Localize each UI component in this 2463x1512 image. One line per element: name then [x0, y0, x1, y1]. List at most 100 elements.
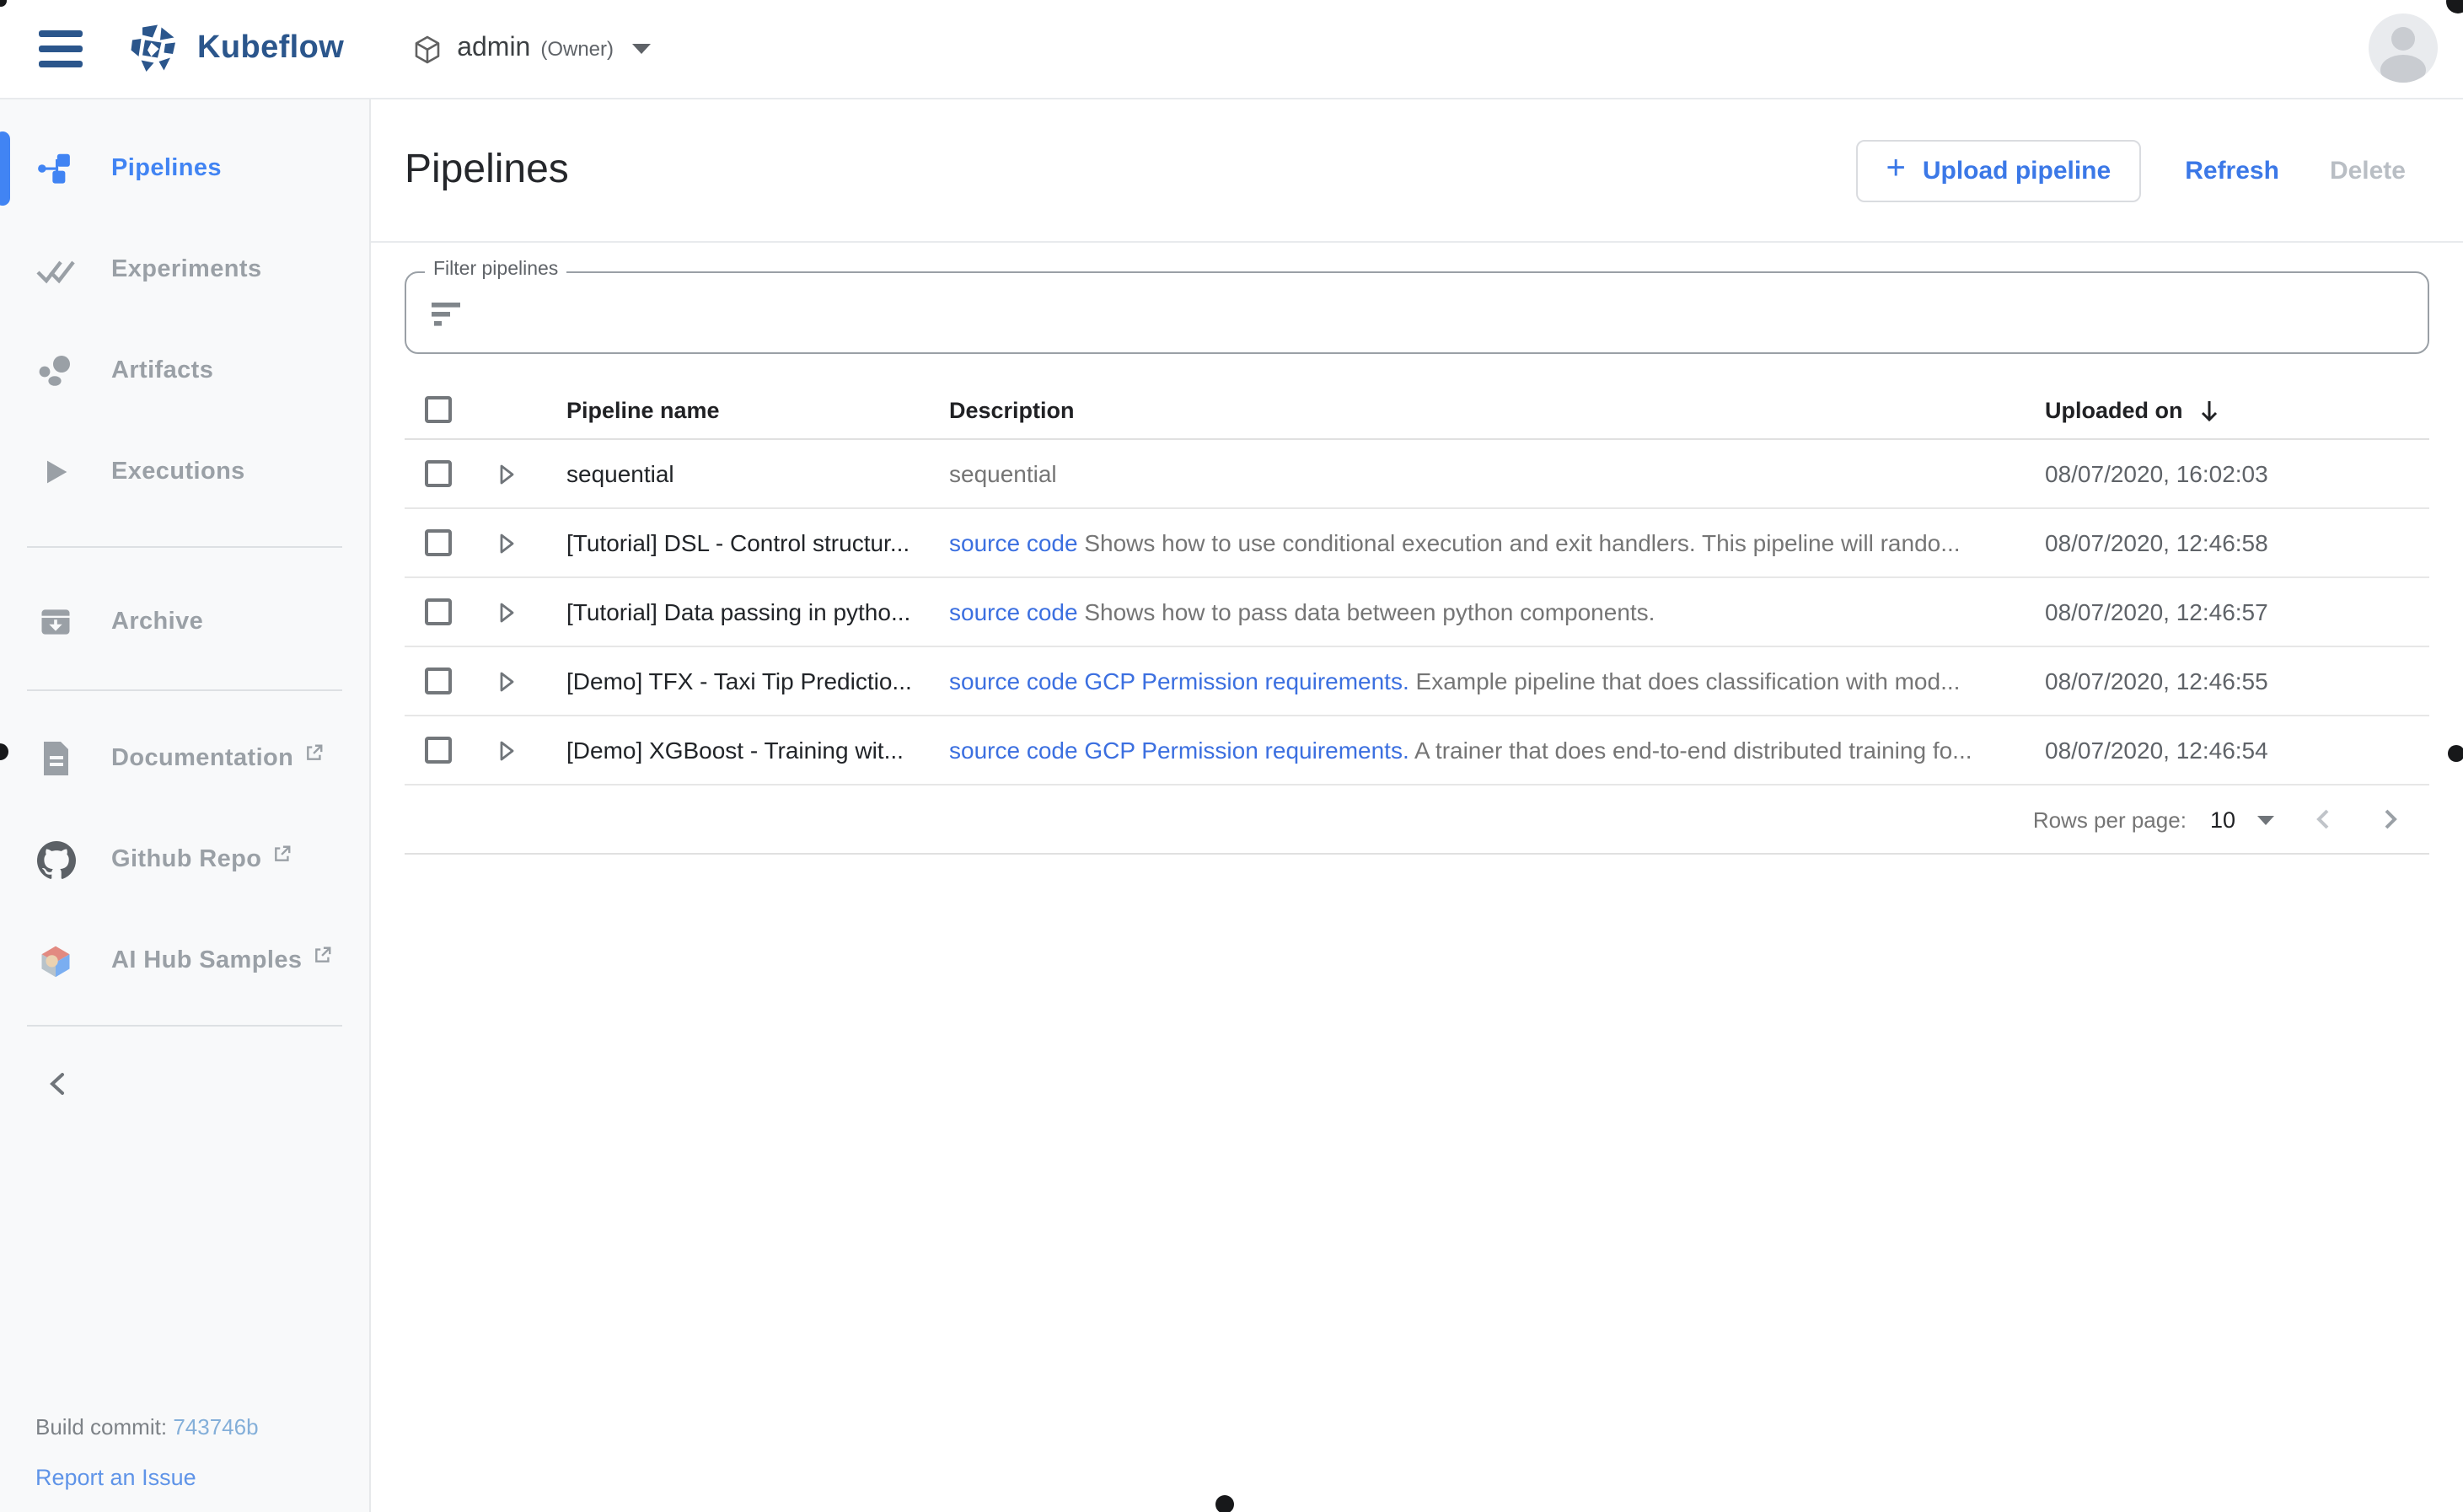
- filter-input-label: Filter pipelines: [425, 260, 566, 280]
- archive-box-icon: [35, 603, 76, 641]
- sidebar-item-label: Executions: [111, 458, 245, 485]
- namespace-selector[interactable]: admin (Owner): [413, 34, 651, 64]
- description-text: A trainer that does end-to-end distribut…: [1414, 737, 1972, 764]
- chevron-down-icon[interactable]: [2257, 816, 2274, 826]
- artifact-dot: [2448, 745, 2463, 762]
- upload-pipeline-button[interactable]: + Upload pipeline: [1855, 139, 2141, 201]
- row-checkbox[interactable]: [425, 529, 452, 556]
- sidebar-item-executions[interactable]: Executions: [0, 432, 369, 512]
- pipeline-name[interactable]: sequential: [566, 460, 949, 487]
- sidebar: Pipelines Experiments: [0, 99, 371, 1512]
- column-header-description[interactable]: Description: [949, 397, 2045, 422]
- description-text: Shows how to use conditional execution a…: [1084, 529, 1960, 556]
- expand-row-icon[interactable]: [499, 532, 516, 554]
- delete-button[interactable]: Delete: [2330, 156, 2406, 185]
- row-checkbox[interactable]: [425, 737, 452, 764]
- sidebar-item-label: Pipelines: [111, 155, 222, 182]
- source-code-link[interactable]: source code: [949, 668, 1078, 694]
- expand-row-icon[interactable]: [499, 670, 516, 692]
- rows-per-page-value[interactable]: 10: [2210, 807, 2235, 832]
- source-code-link[interactable]: source code: [949, 737, 1078, 764]
- table-row[interactable]: [Demo] TFX - Taxi Tip Predictio... sourc…: [405, 647, 2429, 716]
- divider: [27, 546, 342, 548]
- chevron-left-icon: [46, 1072, 69, 1096]
- pipeline-name[interactable]: [Demo] TFX - Taxi Tip Predictio...: [566, 668, 949, 694]
- active-indicator: [0, 131, 10, 206]
- play-icon: [35, 455, 76, 489]
- pipeline-description: sequential: [949, 460, 2045, 487]
- sidebar-item-pipelines[interactable]: Pipelines: [0, 128, 369, 209]
- table-row[interactable]: [Demo] XGBoost - Training wit... source …: [405, 716, 2429, 785]
- sidebar-footer: Build commit: 743746b Report an Issue: [35, 1414, 259, 1490]
- document-icon: [35, 740, 76, 777]
- description-text: Example pipeline that does classificatio…: [1416, 668, 1961, 694]
- namespace-name: admin: [457, 34, 530, 64]
- report-issue-link[interactable]: Report an Issue: [35, 1465, 259, 1490]
- source-code-link[interactable]: source code: [949, 529, 1078, 556]
- sidebar-item-label: Artifacts: [111, 357, 213, 384]
- row-checkbox[interactable]: [425, 460, 452, 487]
- select-all-checkbox[interactable]: [425, 396, 452, 423]
- sidebar-item-github-repo[interactable]: Github Repo: [0, 819, 369, 900]
- uploaded-on-value: 08/07/2020, 16:02:03: [2045, 460, 2429, 487]
- menu-icon[interactable]: [39, 30, 83, 67]
- top-bar: Kubeflow admin (Owner): [0, 0, 2463, 99]
- sidebar-item-ai-hub-samples[interactable]: AI Hub Samples: [0, 920, 369, 1001]
- pipelines-table: Pipeline name Description Uploaded on se…: [405, 381, 2429, 855]
- sidebar-item-experiments[interactable]: Experiments: [0, 229, 369, 310]
- sidebar-item-label: AI Hub Samples: [111, 947, 302, 974]
- column-header-pipeline-name[interactable]: Pipeline name: [566, 397, 949, 422]
- upload-pipeline-label: Upload pipeline: [1923, 156, 2111, 185]
- table-row[interactable]: [Tutorial] DSL - Control structur... sou…: [405, 509, 2429, 578]
- uploaded-on-value: 08/07/2020, 12:46:57: [2045, 598, 2429, 625]
- build-commit-link[interactable]: 743746b: [173, 1414, 258, 1440]
- sidebar-item-archive[interactable]: Archive: [0, 582, 369, 662]
- previous-page-button[interactable]: [2313, 807, 2332, 831]
- column-header-uploaded-on[interactable]: Uploaded on: [2045, 396, 2429, 423]
- chevron-left-icon: [2313, 807, 2332, 831]
- kubeflow-logo-icon: [130, 24, 180, 74]
- row-checkbox[interactable]: [425, 598, 452, 625]
- pipeline-name[interactable]: [Tutorial] Data passing in pytho...: [566, 598, 949, 625]
- plus-icon: +: [1886, 149, 1905, 188]
- pipeline-graph-icon: [35, 150, 76, 187]
- uploaded-on-value: 08/07/2020, 12:46:55: [2045, 668, 2429, 694]
- row-checkbox[interactable]: [425, 668, 452, 694]
- expand-row-icon[interactable]: [499, 463, 516, 485]
- sidebar-item-documentation[interactable]: Documentation: [0, 718, 369, 799]
- pipeline-description: source code Shows how to use conditional…: [949, 529, 2045, 556]
- sidebar-item-label: Archive: [111, 609, 203, 635]
- sidebar-item-artifacts[interactable]: Artifacts: [0, 330, 369, 411]
- artifact-dot: [1215, 1495, 1234, 1512]
- pipeline-name[interactable]: [Tutorial] DSL - Control structur...: [566, 529, 949, 556]
- chevron-right-icon: [2382, 807, 2401, 831]
- sort-desc-arrow-icon: [2198, 399, 2220, 423]
- double-check-icon: [35, 251, 76, 288]
- description-text: sequential: [949, 460, 1057, 487]
- pipeline-name[interactable]: [Demo] XGBoost - Training wit...: [566, 737, 949, 764]
- expand-row-icon[interactable]: [499, 601, 516, 623]
- next-page-button[interactable]: [2382, 807, 2401, 831]
- uploaded-on-value: 08/07/2020, 12:46:58: [2045, 529, 2429, 556]
- expand-row-icon[interactable]: [499, 739, 516, 761]
- main-content: Pipelines + Upload pipeline Refresh Dele…: [371, 99, 2463, 1512]
- refresh-button[interactable]: Refresh: [2185, 156, 2279, 185]
- divider: [27, 689, 342, 691]
- pipeline-description: source code Shows how to pass data betwe…: [949, 598, 2045, 625]
- gcp-permission-link[interactable]: GCP Permission requirements.: [1084, 668, 1409, 694]
- table-row[interactable]: [Tutorial] Data passing in pytho... sour…: [405, 578, 2429, 647]
- table-row[interactable]: sequential sequential 08/07/2020, 16:02:…: [405, 440, 2429, 509]
- sidebar-collapse-button[interactable]: [0, 1050, 369, 1118]
- pipeline-description: source code GCP Permission requirements.…: [949, 737, 2045, 764]
- gcp-permission-link[interactable]: GCP Permission requirements.: [1084, 737, 1409, 764]
- description-text: Shows how to pass data between python co…: [1084, 598, 1655, 625]
- github-octocat-icon: [35, 840, 76, 879]
- page-title: Pipelines: [405, 147, 569, 194]
- filter-pipelines-input[interactable]: Filter pipelines: [405, 271, 2429, 354]
- avatar[interactable]: [2369, 13, 2438, 83]
- chevron-down-icon: [632, 44, 651, 54]
- table-header-row: Pipeline name Description Uploaded on: [405, 381, 2429, 440]
- cube-color-icon: [35, 941, 76, 981]
- sidebar-item-label: Documentation: [111, 745, 293, 772]
- source-code-link[interactable]: source code: [949, 598, 1078, 625]
